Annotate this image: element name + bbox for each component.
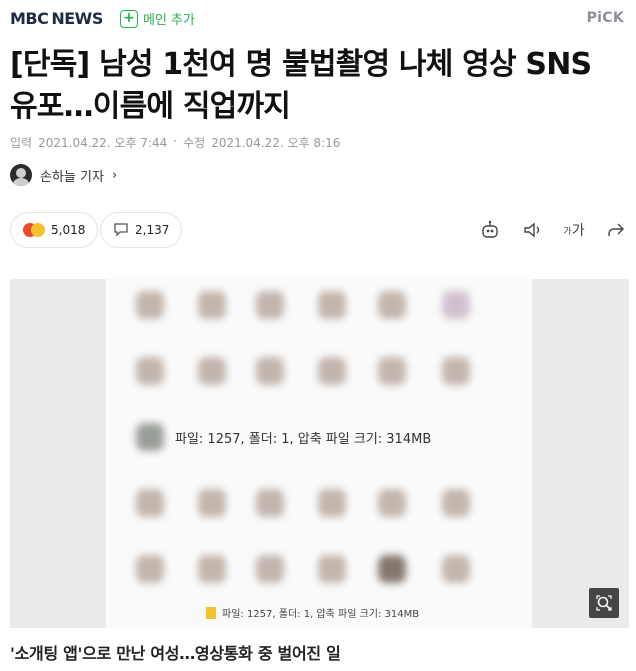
- date-modified: 2021.04.22. 오후 8:16: [211, 136, 341, 150]
- image-status-bar: 파일: 1257, 폴더: 1, 압축 파일 크기: 314MB: [206, 605, 419, 620]
- date-modified-label: 수정: [183, 136, 206, 150]
- speaker-icon[interactable]: [520, 218, 544, 242]
- reporter-link[interactable]: 손하늘 기자 ›: [10, 164, 117, 186]
- emoji-reaction-icon: [23, 223, 45, 237]
- font-size-icon[interactable]: 가가: [562, 218, 586, 242]
- date-input: 2021.04.22. 오후 7:44: [38, 136, 168, 150]
- pick-badge: PiCK: [586, 10, 624, 26]
- add-to-main-button[interactable]: + 메인 추가: [120, 9, 195, 28]
- comments-button[interactable]: 2,137: [100, 212, 183, 248]
- logo-mbc: MBC: [10, 8, 49, 28]
- blurred-file-window: [106, 279, 532, 628]
- image-status-text: 파일: 1257, 폴더: 1, 압축 파일 크기: 314MB: [222, 609, 420, 620]
- plus-icon: +: [120, 9, 138, 28]
- share-icon[interactable]: [604, 218, 628, 242]
- reporter-avatar: [10, 164, 32, 186]
- mbc-news-logo[interactable]: MBC NEWS: [10, 8, 103, 28]
- summary-bot-icon[interactable]: [478, 218, 502, 242]
- logo-news: NEWS: [51, 8, 103, 28]
- date-separator: ·: [173, 134, 178, 148]
- date-input-label: 입력: [10, 136, 33, 150]
- add-to-main-label: 메인 추가: [143, 13, 195, 28]
- article-title: [단독] 남성 1천여 명 불법촬영 나체 영상 SNS 유포…이름에 직업까지: [10, 47, 592, 124]
- article-tools: 가가: [478, 218, 628, 242]
- folder-icon: [206, 606, 216, 619]
- zoom-icon[interactable]: [589, 588, 619, 618]
- top-bar: MBC NEWS + 메인 추가 PiCK: [0, 0, 636, 36]
- comment-icon: [113, 221, 129, 240]
- comments-count: 2,137: [135, 223, 170, 237]
- article-dates: 입력 2021.04.22. 오후 7:44 · 수정 2021.04.22. …: [10, 134, 340, 151]
- image-overlay-text: 파일: 1257, 폴더: 1, 압축 파일 크기: 314MB: [175, 432, 432, 447]
- chevron-right-icon: ›: [111, 167, 118, 183]
- article-image[interactable]: 파일: 1257, 폴더: 1, 압축 파일 크기: 314MB 파일: 125…: [10, 279, 629, 628]
- reactions-count: 5,018: [51, 223, 86, 237]
- image-caption: '소개팅 앱'으로 만난 여성…영상통화 중 벌어진 일: [10, 644, 341, 663]
- reporter-name: 손하늘 기자: [40, 169, 104, 185]
- reactions-button[interactable]: 5,018: [10, 212, 99, 248]
